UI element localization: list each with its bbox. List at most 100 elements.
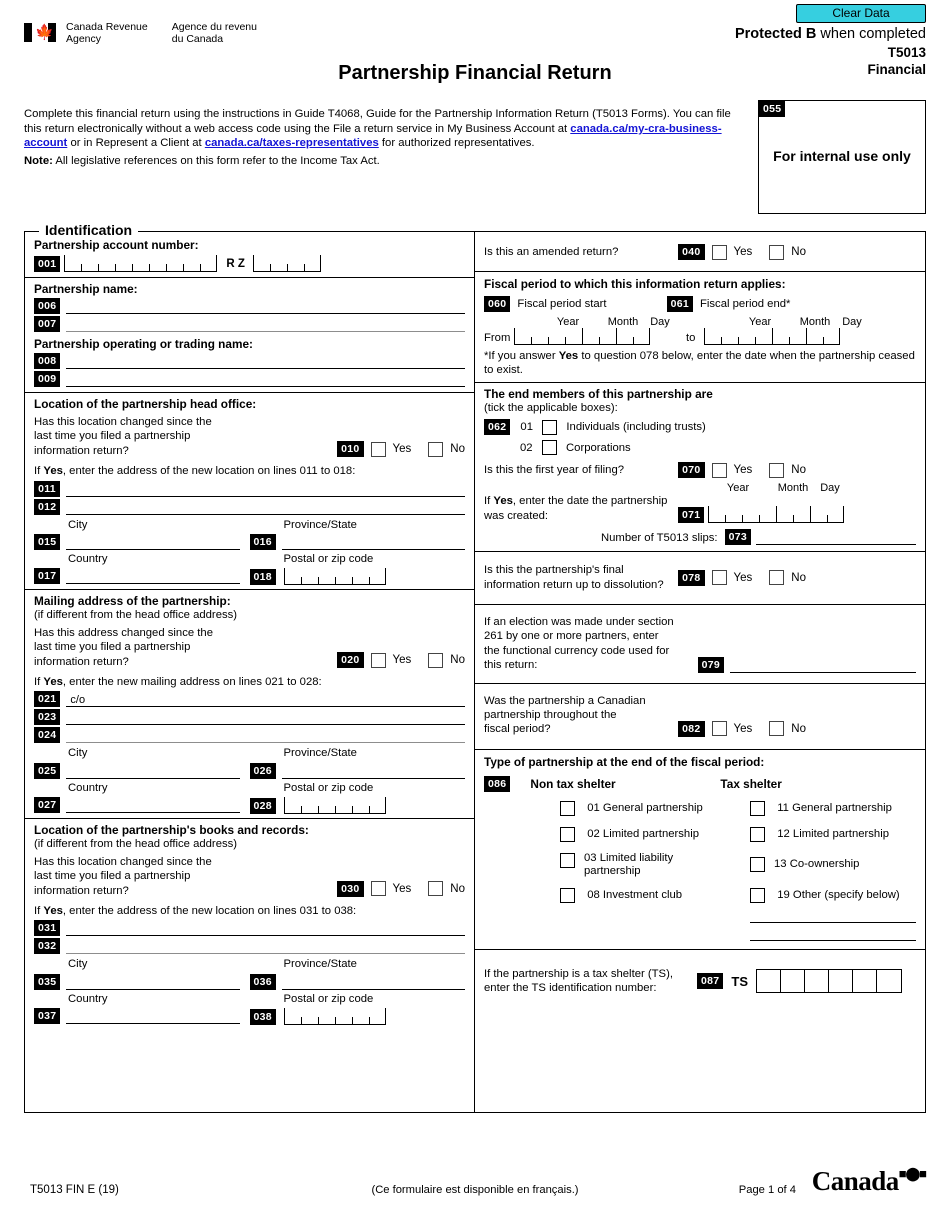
canadian-no-label: No <box>791 722 806 735</box>
account-number-field[interactable]: 001 R Z <box>34 255 465 272</box>
final-return-yes-checkbox[interactable] <box>711 570 727 586</box>
type-11-checkbox[interactable] <box>750 800 765 816</box>
mailing-address-line-3[interactable]: 024 <box>34 727 465 744</box>
final-return-yesno[interactable]: 078 Yes No <box>678 569 806 586</box>
mailing-city-field[interactable]: 025 <box>34 762 240 779</box>
type-option-19[interactable]: 19 Other (specify below) <box>750 887 900 903</box>
canadian-row: Was the partnership a Canadian partnersh… <box>484 694 916 737</box>
canadian-no-checkbox[interactable] <box>769 721 785 737</box>
head-office-change-row: Has this location changed since the last… <box>34 415 465 458</box>
head-office-no-checkbox[interactable] <box>428 441 444 457</box>
head-office-postal-comb[interactable] <box>283 568 386 586</box>
books-country-field[interactable]: 037 <box>34 1008 240 1025</box>
type-option-03[interactable]: 03 Limited liability partnership <box>560 852 750 878</box>
head-office-address-line-2[interactable]: 012 <box>34 498 465 515</box>
first-year-yes-checkbox[interactable] <box>711 462 727 478</box>
head-office-address-line-1[interactable]: 011 <box>34 480 465 497</box>
mailing-country-field[interactable]: 027 <box>34 797 240 814</box>
type-03-label: 03 Limited liability partnership <box>584 851 674 877</box>
final-return-no-checkbox[interactable] <box>769 570 785 586</box>
head-office-country-field[interactable]: 017 <box>34 568 240 585</box>
type-option-01[interactable]: 01 General partnership <box>560 800 750 816</box>
type-01-checkbox[interactable] <box>560 800 575 816</box>
books-no-checkbox[interactable] <box>428 881 444 897</box>
head-office-city-field[interactable]: 015 <box>34 534 240 551</box>
head-office-yesno[interactable]: 010 Yes No <box>337 441 465 458</box>
ts-row: If the partnership is a tax shelter (TS)… <box>484 967 916 996</box>
mailing-postal-field[interactable]: 028 <box>249 797 466 815</box>
head-office-prov-field[interactable]: 016 <box>249 534 465 551</box>
amended-no-checkbox[interactable] <box>769 244 785 260</box>
clear-data-button[interactable]: Clear Data <box>796 4 926 23</box>
field-code-087: 087 <box>696 973 724 990</box>
represent-client-link[interactable]: canada.ca/taxes-representatives <box>205 137 379 149</box>
field-code-027: 027 <box>34 797 61 814</box>
books-yes-checkbox[interactable] <box>370 881 386 897</box>
type-12-checkbox[interactable] <box>750 826 765 842</box>
members-option-02[interactable]: 02 Corporations <box>484 440 916 456</box>
type-19-label: 19 Other (specify below) <box>777 889 900 902</box>
canadian-yes-checkbox[interactable] <box>711 721 727 737</box>
mailing-postal-comb[interactable] <box>283 797 386 815</box>
mailing-yes-checkbox[interactable] <box>370 652 386 668</box>
type-02-checkbox[interactable] <box>560 826 575 842</box>
mailing-prov-field[interactable]: 026 <box>249 762 465 779</box>
head-office-yes-checkbox[interactable] <box>370 441 386 457</box>
books-postal-field[interactable]: 038 <box>249 1008 466 1026</box>
books-country-postal: Country 037 Postal or zip code 038 <box>34 992 466 1026</box>
type-13-checkbox[interactable] <box>750 856 765 872</box>
final-return-no-label: No <box>791 571 806 584</box>
type-option-02[interactable]: 02 Limited partnership <box>560 826 750 842</box>
books-postal-comb[interactable] <box>283 1008 386 1026</box>
books-label: Location of the partnership's books and … <box>34 823 309 838</box>
mailing-no-checkbox[interactable] <box>428 652 444 668</box>
books-yesno[interactable]: 030 Yes No <box>337 880 465 898</box>
fiscal-end-comb[interactable] <box>704 328 840 345</box>
members-individuals-checkbox[interactable] <box>542 419 558 435</box>
partnership-name-line-2[interactable]: 007 <box>34 316 465 332</box>
type-03-checkbox[interactable] <box>560 852 575 868</box>
type-row-1: 01 General partnership 11 General partne… <box>484 800 916 816</box>
head-office-postal-field[interactable]: 018 <box>249 568 466 586</box>
fiscal-end-month-label: Month <box>799 316 831 328</box>
members-option-01[interactable]: 062 01 Individuals (including trusts) <box>484 419 916 436</box>
first-year-yesno[interactable]: 070 Yes No <box>678 462 806 479</box>
ts-number-boxes[interactable] <box>756 969 902 994</box>
type-option-11[interactable]: 11 General partnership <box>750 800 892 816</box>
type-other-line-2[interactable] <box>750 939 916 941</box>
ref-comb[interactable] <box>252 255 321 272</box>
type-19-checkbox[interactable] <box>750 887 765 903</box>
books-address-line-1[interactable]: 031 <box>34 920 465 937</box>
first-year-no-checkbox[interactable] <box>769 462 785 478</box>
type-08-label: 08 Investment club <box>587 889 683 902</box>
type-other-line-1[interactable] <box>750 921 916 923</box>
books-address-line-2[interactable]: 032 <box>34 938 465 955</box>
protected-b-suffix: when completed <box>816 26 926 42</box>
slips-input[interactable] <box>756 530 916 546</box>
mailing-address-line-1[interactable]: 021 c/o <box>34 691 465 708</box>
books-city-field[interactable]: 035 <box>34 973 240 990</box>
members-corporations-checkbox[interactable] <box>542 440 557 456</box>
fiscal-heading: Fiscal period to which this information … <box>484 277 786 291</box>
type-option-13[interactable]: 13 Co-ownership <box>750 856 859 872</box>
election-currency-input[interactable] <box>730 658 916 673</box>
mailing-address-line-2[interactable]: 023 <box>34 709 465 726</box>
trading-name-line-2[interactable]: 009 <box>34 371 465 387</box>
trading-name-line-1[interactable]: 008 <box>34 353 465 369</box>
amended-yes-checkbox[interactable] <box>711 244 727 260</box>
type-option-08[interactable]: 08 Investment club <box>560 887 750 903</box>
type-option-12[interactable]: 12 Limited partnership <box>750 826 889 842</box>
books-sublabel: (if different from the head office addre… <box>34 838 238 851</box>
type-08-checkbox[interactable] <box>560 887 575 903</box>
books-prov-field[interactable]: 036 <box>249 973 465 990</box>
amended-yesno[interactable]: 040 Yes No <box>678 244 806 260</box>
field-code-036: 036 <box>249 973 276 990</box>
created-date-comb[interactable] <box>708 506 845 524</box>
canadian-yesno[interactable]: 082 Yes No <box>678 720 806 737</box>
bn-comb[interactable] <box>64 255 218 272</box>
mailing-yesno[interactable]: 020 Yes No <box>337 652 465 669</box>
ts-number-block: If the partnership is a tax shelter (TS)… <box>475 950 925 1005</box>
canada-wordmark: Canada■⬤■ <box>811 1166 927 1196</box>
partnership-name-line-1[interactable]: 006 <box>34 298 465 314</box>
fiscal-start-comb[interactable] <box>514 328 650 345</box>
